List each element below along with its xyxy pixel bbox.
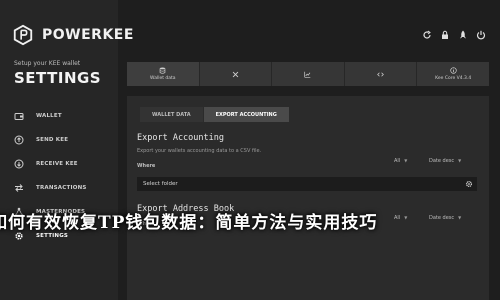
tab-label: Kee Core V4.3.4 [435, 76, 472, 81]
sidebar-item-label: WALLET [36, 113, 62, 119]
info-icon [450, 67, 457, 74]
sidebar-item-wallet[interactable]: WALLET [14, 104, 118, 128]
receive-icon [14, 159, 24, 169]
tab-label: Wallet data [150, 76, 176, 81]
tab-console[interactable] [344, 62, 418, 86]
tab-chart[interactable] [272, 62, 345, 86]
rocket-icon[interactable] [458, 30, 468, 40]
top-toolbar [422, 30, 486, 40]
sidebar-item-label: TRANSACTIONS [36, 185, 87, 191]
tab-wallet-data[interactable]: Wallet data [127, 62, 200, 86]
subtab-wallet-data[interactable]: WALLET DATA [140, 107, 203, 122]
settings-tabs: Wallet data Kee Core V4.3.4 [127, 62, 489, 86]
wallet-data-panel: WALLET DATA EXPORT ACCOUNTING Export Acc… [127, 96, 489, 300]
sidebar-heading: SETTINGS [14, 69, 102, 87]
gear-icon[interactable] [465, 180, 473, 188]
lock-icon[interactable] [440, 30, 450, 40]
select-folder-label: Select folder [143, 181, 178, 187]
filter-value: All [394, 157, 401, 164]
sidebar-subtitle: Setup your KEE wallet [14, 60, 81, 67]
transactions-icon [15, 184, 23, 192]
export-accounting-description: Export your wallets accounting data to a… [137, 148, 262, 154]
brand-logo[interactable]: POWERKEE [12, 24, 134, 46]
panel-subtabs: WALLET DATA EXPORT ACCOUNTING [127, 96, 489, 122]
where-label: Where [137, 163, 156, 169]
sidebar-item-label: SEND KEE [36, 137, 69, 143]
sort-value: Date desc [429, 157, 455, 164]
sidebar-item-transactions[interactable]: TRANSACTIONS [14, 176, 118, 200]
chevron-down-icon: ▼ [458, 158, 462, 163]
powerkee-logo-icon [13, 24, 33, 46]
tab-about[interactable]: Kee Core V4.3.4 [417, 62, 489, 86]
chart-icon [304, 71, 311, 78]
sort-select[interactable]: Date desc ▼ [429, 156, 461, 165]
brand-name: POWERKEE [42, 27, 134, 43]
wallet-icon [14, 113, 24, 120]
code-icon [377, 71, 384, 77]
power-icon[interactable] [476, 30, 486, 40]
tab-tools[interactable] [199, 62, 273, 86]
article-title-overlay: 如何有效恢复TP钱包数据：简单方法与实用技巧 [0, 213, 378, 233]
sidebar-item-label: RECEIVE KEE [36, 161, 78, 167]
send-icon [14, 135, 24, 145]
sidebar-item-send-kee[interactable]: SEND KEE [14, 128, 118, 152]
database-icon [159, 67, 166, 74]
sidebar-item-receive-kee[interactable]: RECEIVE KEE [14, 152, 118, 176]
sidebar: POWERKEE Setup your KEE wallet SETTINGS … [0, 0, 133, 300]
sidebar-item-label: SETTINGS [36, 233, 69, 239]
export-accounting-title: Export Accounting [137, 133, 224, 143]
subtab-export-accounting[interactable]: EXPORT ACCOUNTING [203, 107, 289, 122]
refresh-icon[interactable] [422, 30, 432, 40]
filter-select[interactable]: All ▼ [394, 156, 407, 165]
select-folder-field[interactable]: Select folder [137, 177, 477, 191]
chevron-down-icon: ▼ [404, 158, 408, 163]
tools-icon [232, 71, 239, 77]
